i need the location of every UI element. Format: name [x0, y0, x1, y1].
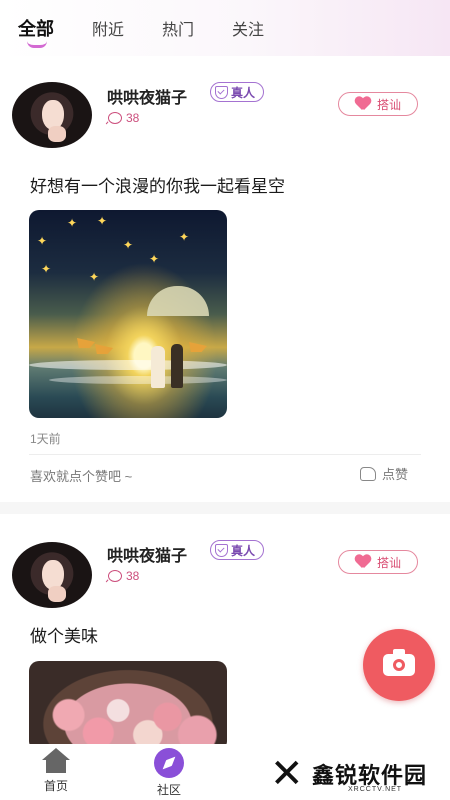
greet-button[interactable]: 搭讪: [338, 92, 418, 116]
nav-home[interactable]: 首页: [31, 748, 81, 794]
tab-all[interactable]: 全部: [18, 15, 54, 48]
watermark-x-mark: ✕: [270, 751, 304, 797]
post-text: 好想有一个浪漫的你我一起看星空: [30, 177, 285, 196]
camera-lens: [393, 659, 405, 671]
verified-badge: 真人: [210, 82, 265, 102]
post-card[interactable]: 哄哄夜猫子 真人 38 搭讪 好想有一个浪漫的你我一起看星空 ✦ ✦ ✦ ✦ ✦…: [0, 56, 450, 502]
verified-badge-label: 真人: [231, 543, 256, 558]
tab-follow[interactable]: 关注: [232, 16, 264, 40]
star-icon: ✦: [179, 230, 190, 244]
greet-button[interactable]: 搭讪: [338, 550, 418, 574]
camera-button[interactable]: [363, 629, 435, 701]
planet-shape: [147, 286, 209, 316]
chat-count-value: 38: [126, 569, 140, 583]
tab-nearby-label: 附近: [92, 22, 125, 39]
tab-all-label: 全部: [18, 19, 54, 39]
post-image[interactable]: ✦ ✦ ✦ ✦ ✦ ✦ ✦ ✦: [29, 210, 227, 418]
like-prompt: 喜欢就点个赞吧 ~: [30, 469, 133, 484]
top-tab-bar: 全部 附近 热门 关注: [0, 0, 450, 56]
boat-shape: [77, 338, 95, 348]
heart-icon: [355, 555, 371, 569]
wave-shape: [29, 360, 227, 370]
nav-home-label: 首页: [43, 779, 68, 793]
tab-nearby[interactable]: 附近: [92, 16, 124, 40]
star-icon: ✦: [67, 216, 78, 230]
chat-count-value: 38: [126, 111, 140, 125]
shield-check-icon: [215, 543, 228, 557]
boat-shape: [95, 344, 113, 354]
star-icon: ✦: [41, 262, 52, 276]
tab-hot[interactable]: 热门: [162, 16, 194, 40]
tab-hot-label: 热门: [162, 22, 195, 39]
watermark-logo: ✕ 鑫锐软件园 XRCCTV.NET: [270, 752, 445, 796]
tab-active-indicator: [27, 41, 47, 48]
camera-icon: [383, 649, 415, 676]
watermark-site: XRCCTV.NET: [348, 786, 403, 793]
tab-follow-label: 关注: [232, 22, 265, 39]
verified-badge-label: 真人: [231, 85, 256, 100]
star-icon: ✦: [37, 234, 48, 248]
greet-button-label: 搭讪: [376, 97, 401, 112]
figure-man: [171, 344, 183, 388]
star-icon: ✦: [97, 214, 108, 228]
heart-icon: [355, 97, 371, 111]
thumbs-up-icon: [360, 466, 376, 481]
avatar[interactable]: [12, 82, 92, 148]
avatar[interactable]: [12, 542, 92, 608]
nav-community-label: 社区: [156, 783, 181, 797]
post-text: 做个美味: [30, 627, 98, 646]
chat-bubble-icon: [108, 112, 122, 124]
chat-count: 38: [108, 569, 139, 583]
compass-icon: [154, 748, 184, 778]
greet-button-label: 搭讪: [376, 555, 401, 570]
star-icon: ✦: [89, 270, 100, 284]
shield-check-icon: [215, 85, 228, 99]
home-icon: [40, 748, 72, 774]
like-button-label: 点赞: [382, 467, 409, 482]
nav-community[interactable]: 社区: [144, 748, 194, 798]
boat-shape: [189, 342, 207, 352]
wave-shape: [49, 376, 227, 384]
figure-woman: [151, 346, 165, 388]
post-image[interactable]: [29, 661, 227, 744]
post-time: 1天前: [30, 432, 61, 446]
avatar-hand: [48, 586, 66, 602]
username[interactable]: 哄哄夜猫子: [107, 542, 187, 566]
divider: [29, 454, 421, 455]
chat-count: 38: [108, 111, 139, 125]
star-icon: ✦: [149, 252, 160, 266]
chat-bubble-icon: [108, 570, 122, 582]
username[interactable]: 哄哄夜猫子: [107, 84, 187, 108]
verified-badge: 真人: [210, 540, 265, 560]
like-button[interactable]: 点赞: [360, 464, 408, 483]
avatar-hand: [48, 126, 66, 142]
star-icon: ✦: [123, 238, 134, 252]
